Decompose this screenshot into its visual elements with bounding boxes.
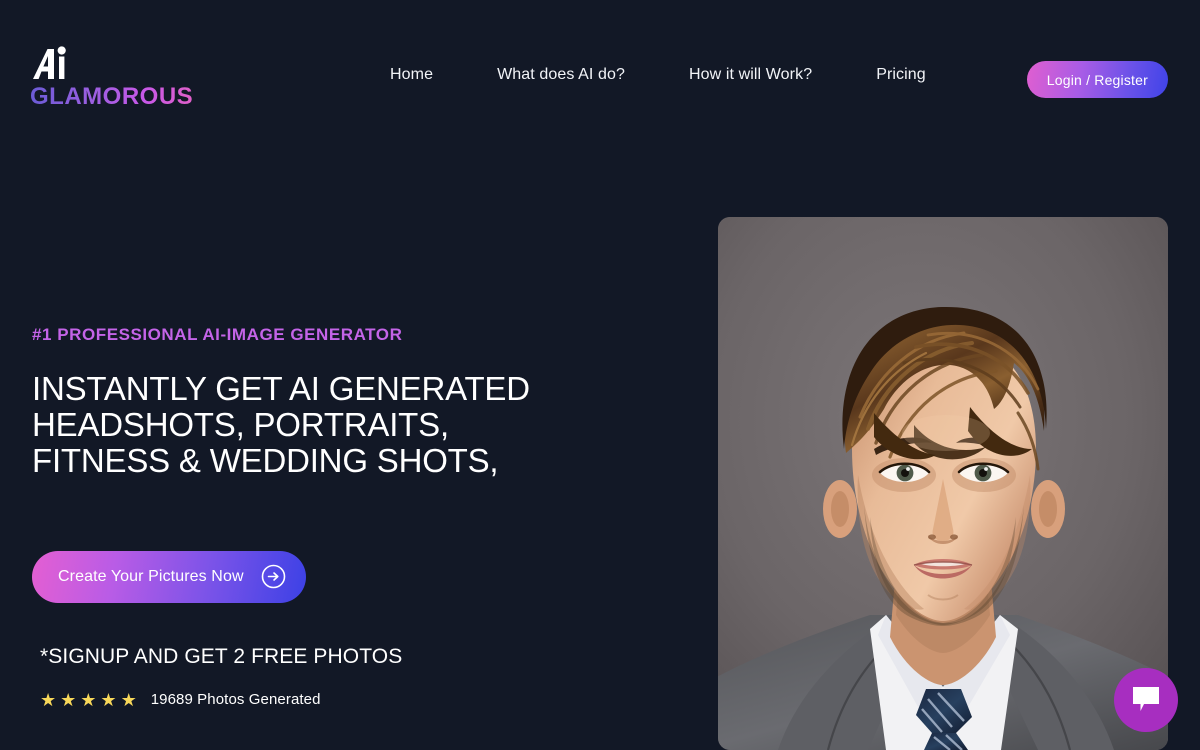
hero-headline: INSTANTLY GET AI GENERATED HEADSHOTS, PO…: [32, 370, 530, 479]
star-icon: ★: [120, 689, 137, 710]
brand-logo[interactable]: GLAMOROUS: [30, 46, 193, 109]
signup-offer-note: *SIGNUP AND GET 2 FREE PHOTOS: [40, 644, 403, 668]
star-icon: ★: [100, 689, 117, 710]
hero-eyebrow: #1 PROFESSIONAL AI-IMAGE GENERATOR: [32, 325, 403, 344]
star-icon: ★: [80, 689, 97, 710]
nav-item-pricing[interactable]: Pricing: [844, 66, 958, 84]
login-register-button[interactable]: Login / Register: [1026, 61, 1168, 98]
star-icon: ★: [40, 689, 57, 710]
nav-item-home[interactable]: Home: [378, 66, 465, 84]
site-header: GLAMOROUS Home What does AI do? How it w…: [0, 0, 1200, 158]
chat-widget-button[interactable]: [1114, 668, 1178, 732]
star-icon: ★: [60, 689, 77, 710]
main-navigation: Home What does AI do? How it will Work? …: [378, 66, 958, 84]
ai-monogram-icon: [30, 46, 92, 82]
photos-generated-count: 19689 Photos Generated: [150, 691, 321, 709]
nav-item-what-does-ai-do[interactable]: What does AI do?: [465, 66, 657, 84]
nav-item-how-it-will-work[interactable]: How it will Work?: [657, 66, 844, 84]
create-pictures-button[interactable]: Create Your Pictures Now: [32, 550, 306, 603]
brand-wordmark: GLAMOROUS: [30, 83, 194, 110]
hero-copy: #1 PROFESSIONAL AI-IMAGE GENERATOR INSTA…: [32, 325, 672, 709]
star-rating: ★ ★ ★ ★ ★: [40, 691, 137, 709]
chat-bubble-icon: [1131, 685, 1161, 716]
arrow-right-circle-icon: [261, 564, 286, 589]
hero-portrait-image: [718, 217, 1168, 750]
cta-label: Create Your Pictures Now: [58, 567, 244, 585]
rating-row: ★ ★ ★ ★ ★ 19689 Photos Generated: [40, 691, 672, 709]
